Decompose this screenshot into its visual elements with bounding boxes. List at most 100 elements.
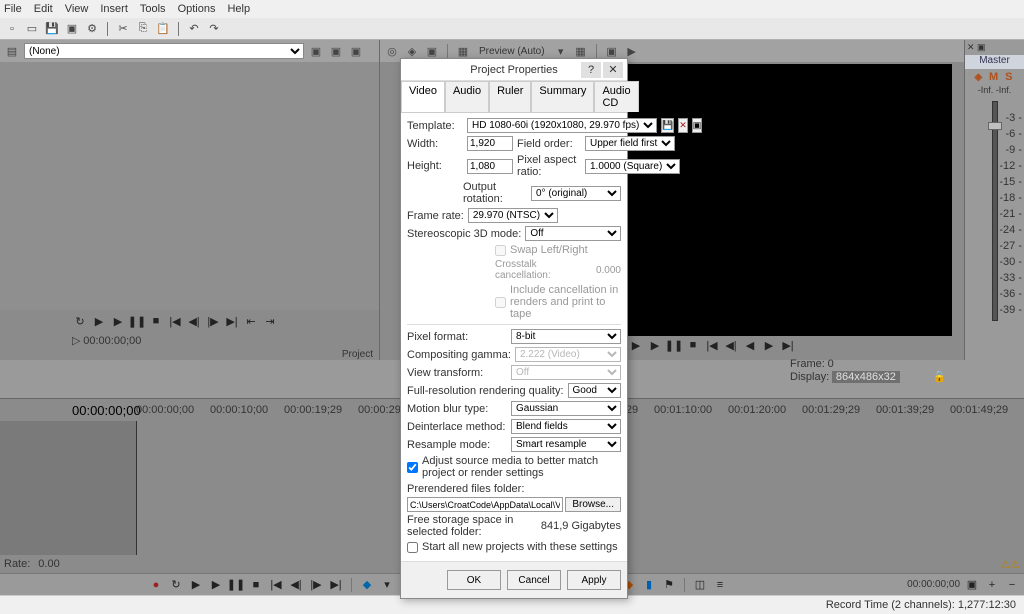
track-header-column[interactable] bbox=[0, 421, 136, 555]
media-selector[interactable]: (None) bbox=[24, 43, 304, 59]
play-icon[interactable]: ▶ bbox=[188, 577, 204, 593]
preview-tool-icon[interactable]: ▣ bbox=[604, 43, 620, 59]
tab-video[interactable]: Video bbox=[401, 81, 445, 112]
end-icon[interactable]: ▶| bbox=[328, 577, 344, 593]
dropdown-icon[interactable]: ▾ bbox=[553, 43, 569, 59]
prev-frame-icon[interactable]: ◀ bbox=[742, 337, 758, 353]
preview-tool-icon[interactable]: ◎ bbox=[384, 43, 400, 59]
menu-tools[interactable]: Tools bbox=[140, 3, 166, 15]
media-tool-icon[interactable]: ▣ bbox=[308, 43, 324, 59]
dialog-title-bar[interactable]: Project Properties ? ✕ bbox=[401, 59, 627, 81]
record-icon[interactable]: ● bbox=[148, 577, 164, 593]
next-icon[interactable]: |▶ bbox=[308, 577, 324, 593]
lock-icon[interactable]: 🔒 bbox=[933, 371, 947, 383]
play-icon[interactable]: ▶ bbox=[628, 337, 644, 353]
output-rotation-select[interactable]: 0° (original) bbox=[531, 186, 621, 201]
resample-select[interactable]: Smart resample bbox=[511, 437, 621, 452]
ok-button[interactable]: OK bbox=[447, 570, 501, 590]
start-icon[interactable]: |◀ bbox=[704, 337, 720, 353]
in-icon[interactable]: ⇤ bbox=[243, 313, 259, 329]
play-all-icon[interactable]: ▶ bbox=[110, 313, 126, 329]
delete-template-icon[interactable]: ✕ bbox=[678, 118, 688, 133]
match-media-icon[interactable]: ▣ bbox=[692, 118, 703, 133]
menu-insert[interactable]: Insert bbox=[100, 3, 128, 15]
next-frame-icon[interactable]: ▶ bbox=[761, 337, 777, 353]
media-menu-icon[interactable]: ▤ bbox=[4, 43, 20, 59]
out-icon[interactable]: ⇥ bbox=[262, 313, 278, 329]
menu-file[interactable]: File bbox=[4, 3, 22, 15]
prev-icon[interactable]: ◀| bbox=[186, 313, 202, 329]
tab-audio-cd[interactable]: Audio CD bbox=[594, 81, 638, 112]
width-input[interactable] bbox=[467, 136, 513, 151]
pause-icon[interactable]: ❚❚ bbox=[666, 337, 682, 353]
loop-icon[interactable]: ↻ bbox=[168, 577, 184, 593]
motion-blur-select[interactable]: Gaussian bbox=[511, 401, 621, 416]
pause-icon[interactable]: ❚❚ bbox=[129, 313, 145, 329]
menu-help[interactable]: Help bbox=[227, 3, 250, 15]
preview-tool-icon[interactable]: ▶ bbox=[624, 43, 640, 59]
help-icon[interactable]: ? bbox=[581, 62, 601, 78]
open-icon[interactable]: ▭ bbox=[24, 21, 40, 37]
apply-button[interactable]: Apply bbox=[567, 570, 621, 590]
stereo3d-select[interactable]: Off bbox=[525, 226, 621, 241]
pixel-aspect-select[interactable]: 1.0000 (Square) bbox=[585, 159, 680, 174]
menu-options[interactable]: Options bbox=[178, 3, 216, 15]
media-tool-icon[interactable]: ▣ bbox=[328, 43, 344, 59]
height-input[interactable] bbox=[467, 159, 513, 174]
preview-tool-icon[interactable]: ◈ bbox=[404, 43, 420, 59]
start-icon[interactable]: |◀ bbox=[268, 577, 284, 593]
new-icon[interactable]: ▫ bbox=[4, 21, 20, 37]
end-icon[interactable]: ▶| bbox=[780, 337, 796, 353]
field-order-select[interactable]: Upper field first bbox=[585, 136, 675, 151]
play-icon[interactable]: ▶ bbox=[208, 577, 224, 593]
zoom-icon[interactable]: ▣ bbox=[964, 577, 980, 593]
prerender-folder-input[interactable] bbox=[407, 497, 563, 512]
tool-icon[interactable]: ◆ bbox=[359, 577, 375, 593]
preview-tool-icon[interactable]: ▦ bbox=[455, 43, 471, 59]
media-panel-body[interactable] bbox=[0, 62, 379, 310]
media-tool-icon[interactable]: ▣ bbox=[348, 43, 364, 59]
menu-edit[interactable]: Edit bbox=[34, 3, 53, 15]
play-icon[interactable]: ▶ bbox=[647, 337, 663, 353]
tab-audio[interactable]: Audio bbox=[445, 81, 489, 112]
next-icon[interactable]: |▶ bbox=[205, 313, 221, 329]
properties-icon[interactable]: ⚙ bbox=[84, 21, 100, 37]
render-icon[interactable]: ▣ bbox=[64, 21, 80, 37]
template-select[interactable]: HD 1080-60i (1920x1080, 29.970 fps) bbox=[467, 118, 657, 133]
deinterlace-select[interactable]: Blend fields bbox=[511, 419, 621, 434]
pause-icon[interactable]: ❚❚ bbox=[228, 577, 244, 593]
stop-icon[interactable]: ■ bbox=[148, 313, 164, 329]
copy-icon[interactable]: ⎘ bbox=[135, 21, 151, 37]
stop-icon[interactable]: ■ bbox=[685, 337, 701, 353]
zoom-out-icon[interactable]: − bbox=[1004, 577, 1020, 593]
preview-quality-label[interactable]: Preview (Auto) bbox=[479, 46, 545, 57]
end-icon[interactable]: ▶| bbox=[224, 313, 240, 329]
tool-icon[interactable]: ▾ bbox=[379, 577, 395, 593]
tab-summary[interactable]: Summary bbox=[531, 81, 594, 112]
start-icon[interactable]: |◀ bbox=[167, 313, 183, 329]
close-icon[interactable]: ✕ bbox=[603, 62, 623, 78]
prev-icon[interactable]: ◀| bbox=[288, 577, 304, 593]
stop-icon[interactable]: ■ bbox=[248, 577, 264, 593]
render-quality-select[interactable]: Good bbox=[568, 383, 621, 398]
zoom-in-icon[interactable]: + bbox=[984, 577, 1000, 593]
start-all-checkbox[interactable] bbox=[407, 542, 418, 553]
browse-button[interactable]: Browse... bbox=[565, 497, 621, 512]
prev-icon[interactable]: ◀| bbox=[723, 337, 739, 353]
cut-icon[interactable]: ✂ bbox=[115, 21, 131, 37]
playhead-time[interactable]: 00:00:00;00 bbox=[0, 403, 136, 418]
warning-icon[interactable]: ⚠⚠ bbox=[1000, 558, 1020, 571]
cancel-button[interactable]: Cancel bbox=[507, 570, 561, 590]
undo-icon[interactable]: ↶ bbox=[186, 21, 202, 37]
master-fader[interactable] bbox=[992, 101, 998, 321]
tool-icon[interactable]: ◫ bbox=[692, 577, 708, 593]
preview-tool-icon[interactable]: ▣ bbox=[424, 43, 440, 59]
save-icon[interactable]: 💾 bbox=[44, 21, 60, 37]
adjust-source-checkbox[interactable] bbox=[407, 462, 418, 473]
tab-ruler[interactable]: Ruler bbox=[489, 81, 531, 112]
redo-icon[interactable]: ↷ bbox=[206, 21, 222, 37]
tool-icon[interactable]: ≡ bbox=[712, 577, 728, 593]
paste-icon[interactable]: 📋 bbox=[155, 21, 171, 37]
framerate-select[interactable]: 29.970 (NTSC) bbox=[468, 208, 558, 223]
marker-icon[interactable]: ▮ bbox=[641, 577, 657, 593]
